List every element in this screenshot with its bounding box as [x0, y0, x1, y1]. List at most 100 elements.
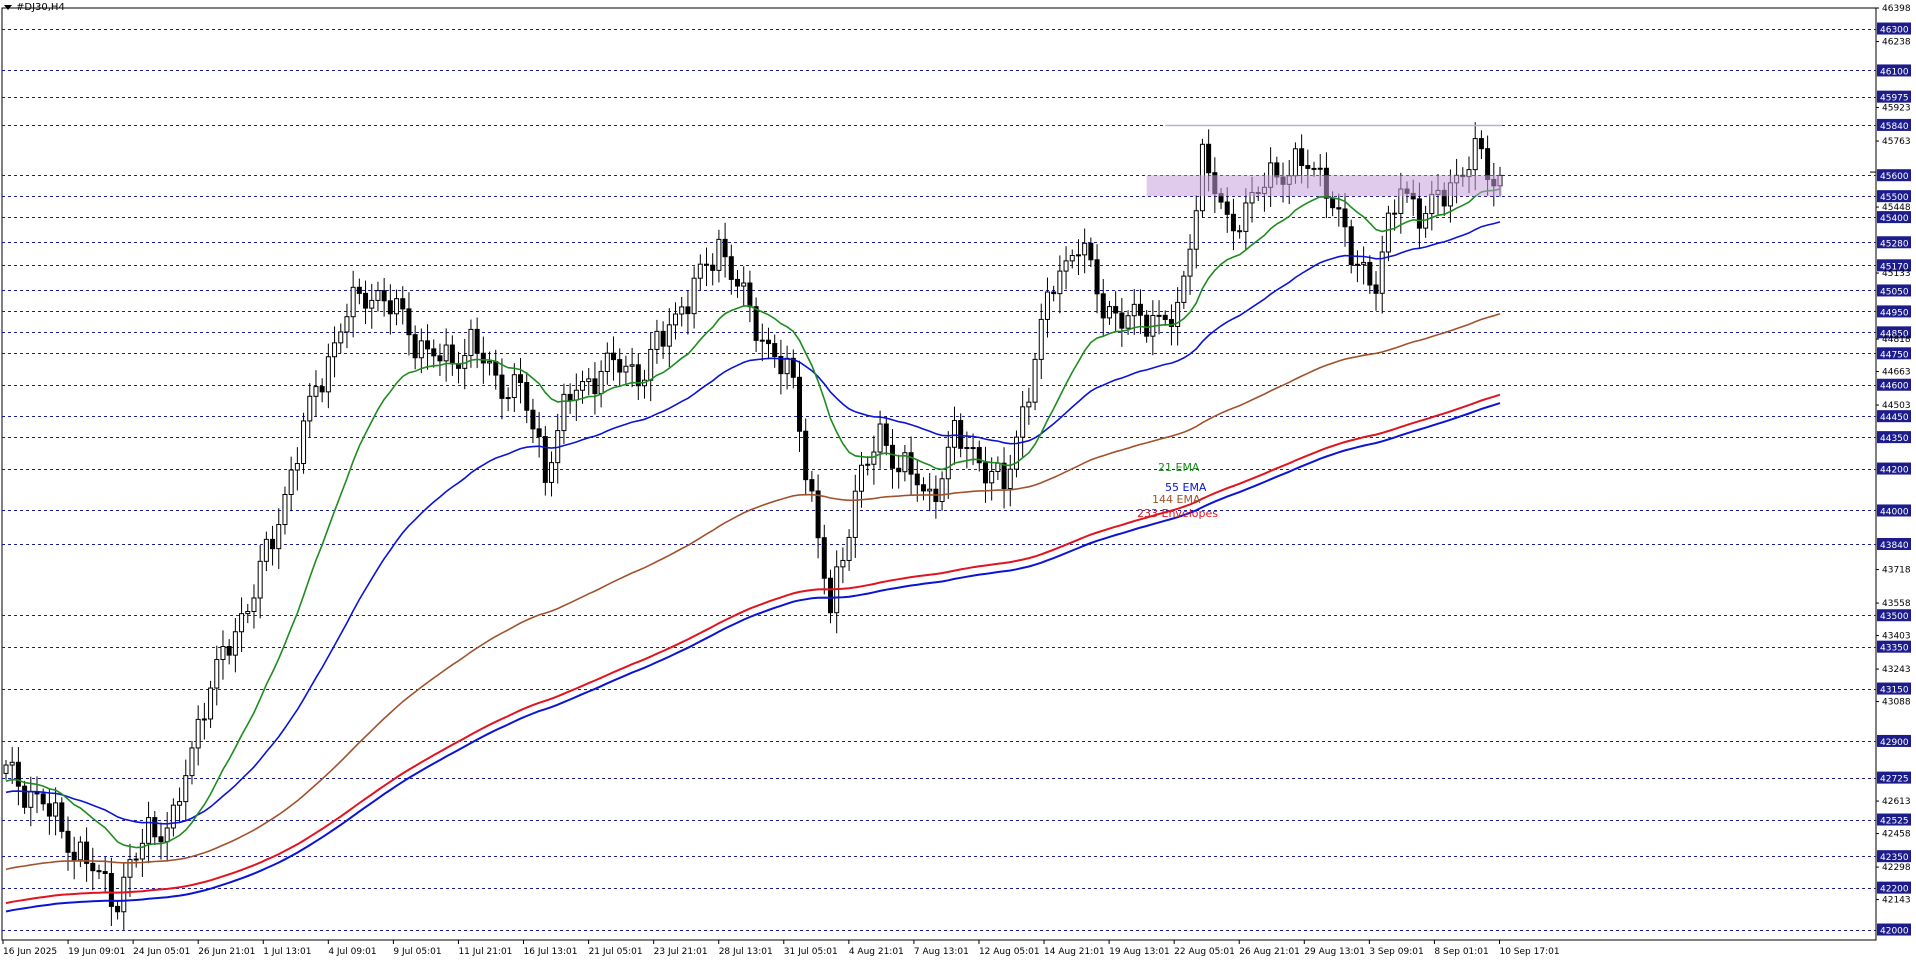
candle-body: [722, 238, 728, 258]
x-tick-label: 12 Aug 05:01: [979, 947, 1040, 957]
candle-body: [710, 264, 716, 271]
candle-body: [1057, 270, 1063, 295]
y-tick-label: 42900: [1880, 738, 1909, 748]
x-tick-label: 10 Sep 17:01: [1499, 947, 1559, 957]
candle-body: [772, 343, 778, 357]
candle-body: [586, 378, 592, 383]
candle-body: [425, 340, 431, 350]
candle-body: [1013, 436, 1019, 470]
candle-body: [567, 393, 573, 401]
candle-body: [257, 560, 263, 599]
candle-body: [474, 328, 480, 354]
y-tick-label: 45280: [1880, 239, 1909, 249]
candle-body: [1187, 248, 1193, 277]
candle-body: [338, 331, 344, 344]
candle-body: [71, 851, 77, 861]
y-tick-label: 45923: [1882, 104, 1911, 114]
candle-body: [1082, 242, 1088, 256]
candle-body: [332, 342, 338, 358]
x-tick-label: 31 Jul 05:01: [784, 947, 838, 957]
candle-body: [1354, 263, 1360, 266]
candle-body: [381, 290, 387, 302]
candle-body: [412, 334, 418, 359]
candle-body: [759, 339, 765, 342]
x-tick-label: 29 Aug 13:01: [1304, 947, 1365, 957]
y-tick-label: 45400: [1880, 214, 1909, 224]
candle-body: [1038, 318, 1044, 360]
candle-body: [914, 473, 920, 486]
candle-body: [325, 356, 331, 393]
y-tick-label: 42350: [1880, 853, 1909, 863]
candle-body: [133, 858, 139, 861]
x-tick-label: 26 Aug 21:01: [1239, 947, 1300, 957]
y-tick-label: 43350: [1880, 644, 1909, 654]
candle-body: [1392, 212, 1398, 215]
candle-body: [437, 355, 443, 362]
y-tick-label: 43150: [1880, 686, 1909, 696]
candle-body: [1385, 212, 1391, 253]
candle-body: [1100, 293, 1106, 319]
candle-body: [1044, 291, 1050, 320]
candle-body: [90, 862, 96, 872]
support-zone: [1146, 175, 1502, 197]
candle-body: [443, 344, 449, 362]
candle-body: [189, 747, 195, 777]
candle-body: [369, 299, 375, 309]
candle-body: [301, 420, 307, 465]
candle-body: [493, 361, 499, 376]
candle-body: [784, 357, 790, 375]
candle-body: [611, 352, 617, 361]
candle-body: [815, 490, 821, 539]
candle-body: [214, 659, 220, 689]
x-tick-label: 22 Aug 05:01: [1174, 947, 1235, 957]
candle-body: [623, 365, 629, 373]
price-chart-svg[interactable]: 46398 46300 46238 46100 4597545923 45840 45763…: [0, 0, 1916, 963]
y-tick-label: 44503: [1882, 401, 1911, 411]
candle-body: [1373, 284, 1379, 294]
candle-body: [877, 423, 883, 453]
candle-body: [1342, 208, 1348, 228]
candle-body: [431, 348, 437, 357]
candle-body: [883, 423, 889, 446]
candle-body: [232, 631, 238, 656]
candle-body: [499, 374, 505, 399]
y-tick-label: 43718: [1882, 566, 1911, 576]
y-tick-label: 46238: [1882, 38, 1911, 48]
y-tick-label: 44200: [1880, 466, 1909, 476]
candle-body: [809, 479, 815, 492]
candle-body: [288, 469, 294, 496]
candle-body: [865, 463, 871, 466]
candle-body: [226, 645, 232, 656]
chart-area[interactable]: #DJ30,H4 46398 46300 46238 46100 45975 45923 4…: [0, 0, 1916, 963]
candle-body: [1113, 306, 1119, 314]
candle-body: [158, 836, 164, 843]
candle-body: [363, 292, 369, 309]
candle-body: [666, 324, 672, 347]
candle-body: [704, 263, 710, 266]
candle-body: [1336, 207, 1342, 210]
candle-body: [59, 802, 65, 832]
y-tick-label: 46300: [1880, 26, 1909, 36]
candle-body: [1230, 213, 1236, 232]
candle-body: [480, 352, 486, 364]
x-tick-label: 3 Sep 09:01: [1369, 947, 1423, 957]
candle-body: [1485, 148, 1491, 180]
candle-body: [673, 313, 679, 326]
candle-body: [1063, 260, 1069, 272]
candle-body: [685, 306, 691, 315]
y-tick-label: 45975: [1880, 94, 1909, 104]
candle-body: [270, 538, 276, 550]
candle-body: [1416, 198, 1422, 229]
y-tick-label: 44663: [1882, 368, 1911, 378]
candle-body: [505, 397, 511, 400]
y-tick-label: 42143: [1882, 896, 1911, 906]
y-tick-label: 43500: [1880, 612, 1909, 622]
y-tick-label: 44818: [1882, 335, 1911, 345]
candle-body: [753, 306, 759, 341]
candle-body: [964, 447, 970, 450]
y-tick-label: 44450: [1880, 413, 1909, 423]
y-tick-label: 42458: [1882, 830, 1911, 840]
y-tick-label: 43088: [1882, 698, 1911, 708]
candle-body: [1131, 303, 1137, 317]
legend-21-ema: 21 EMA: [1158, 461, 1200, 474]
